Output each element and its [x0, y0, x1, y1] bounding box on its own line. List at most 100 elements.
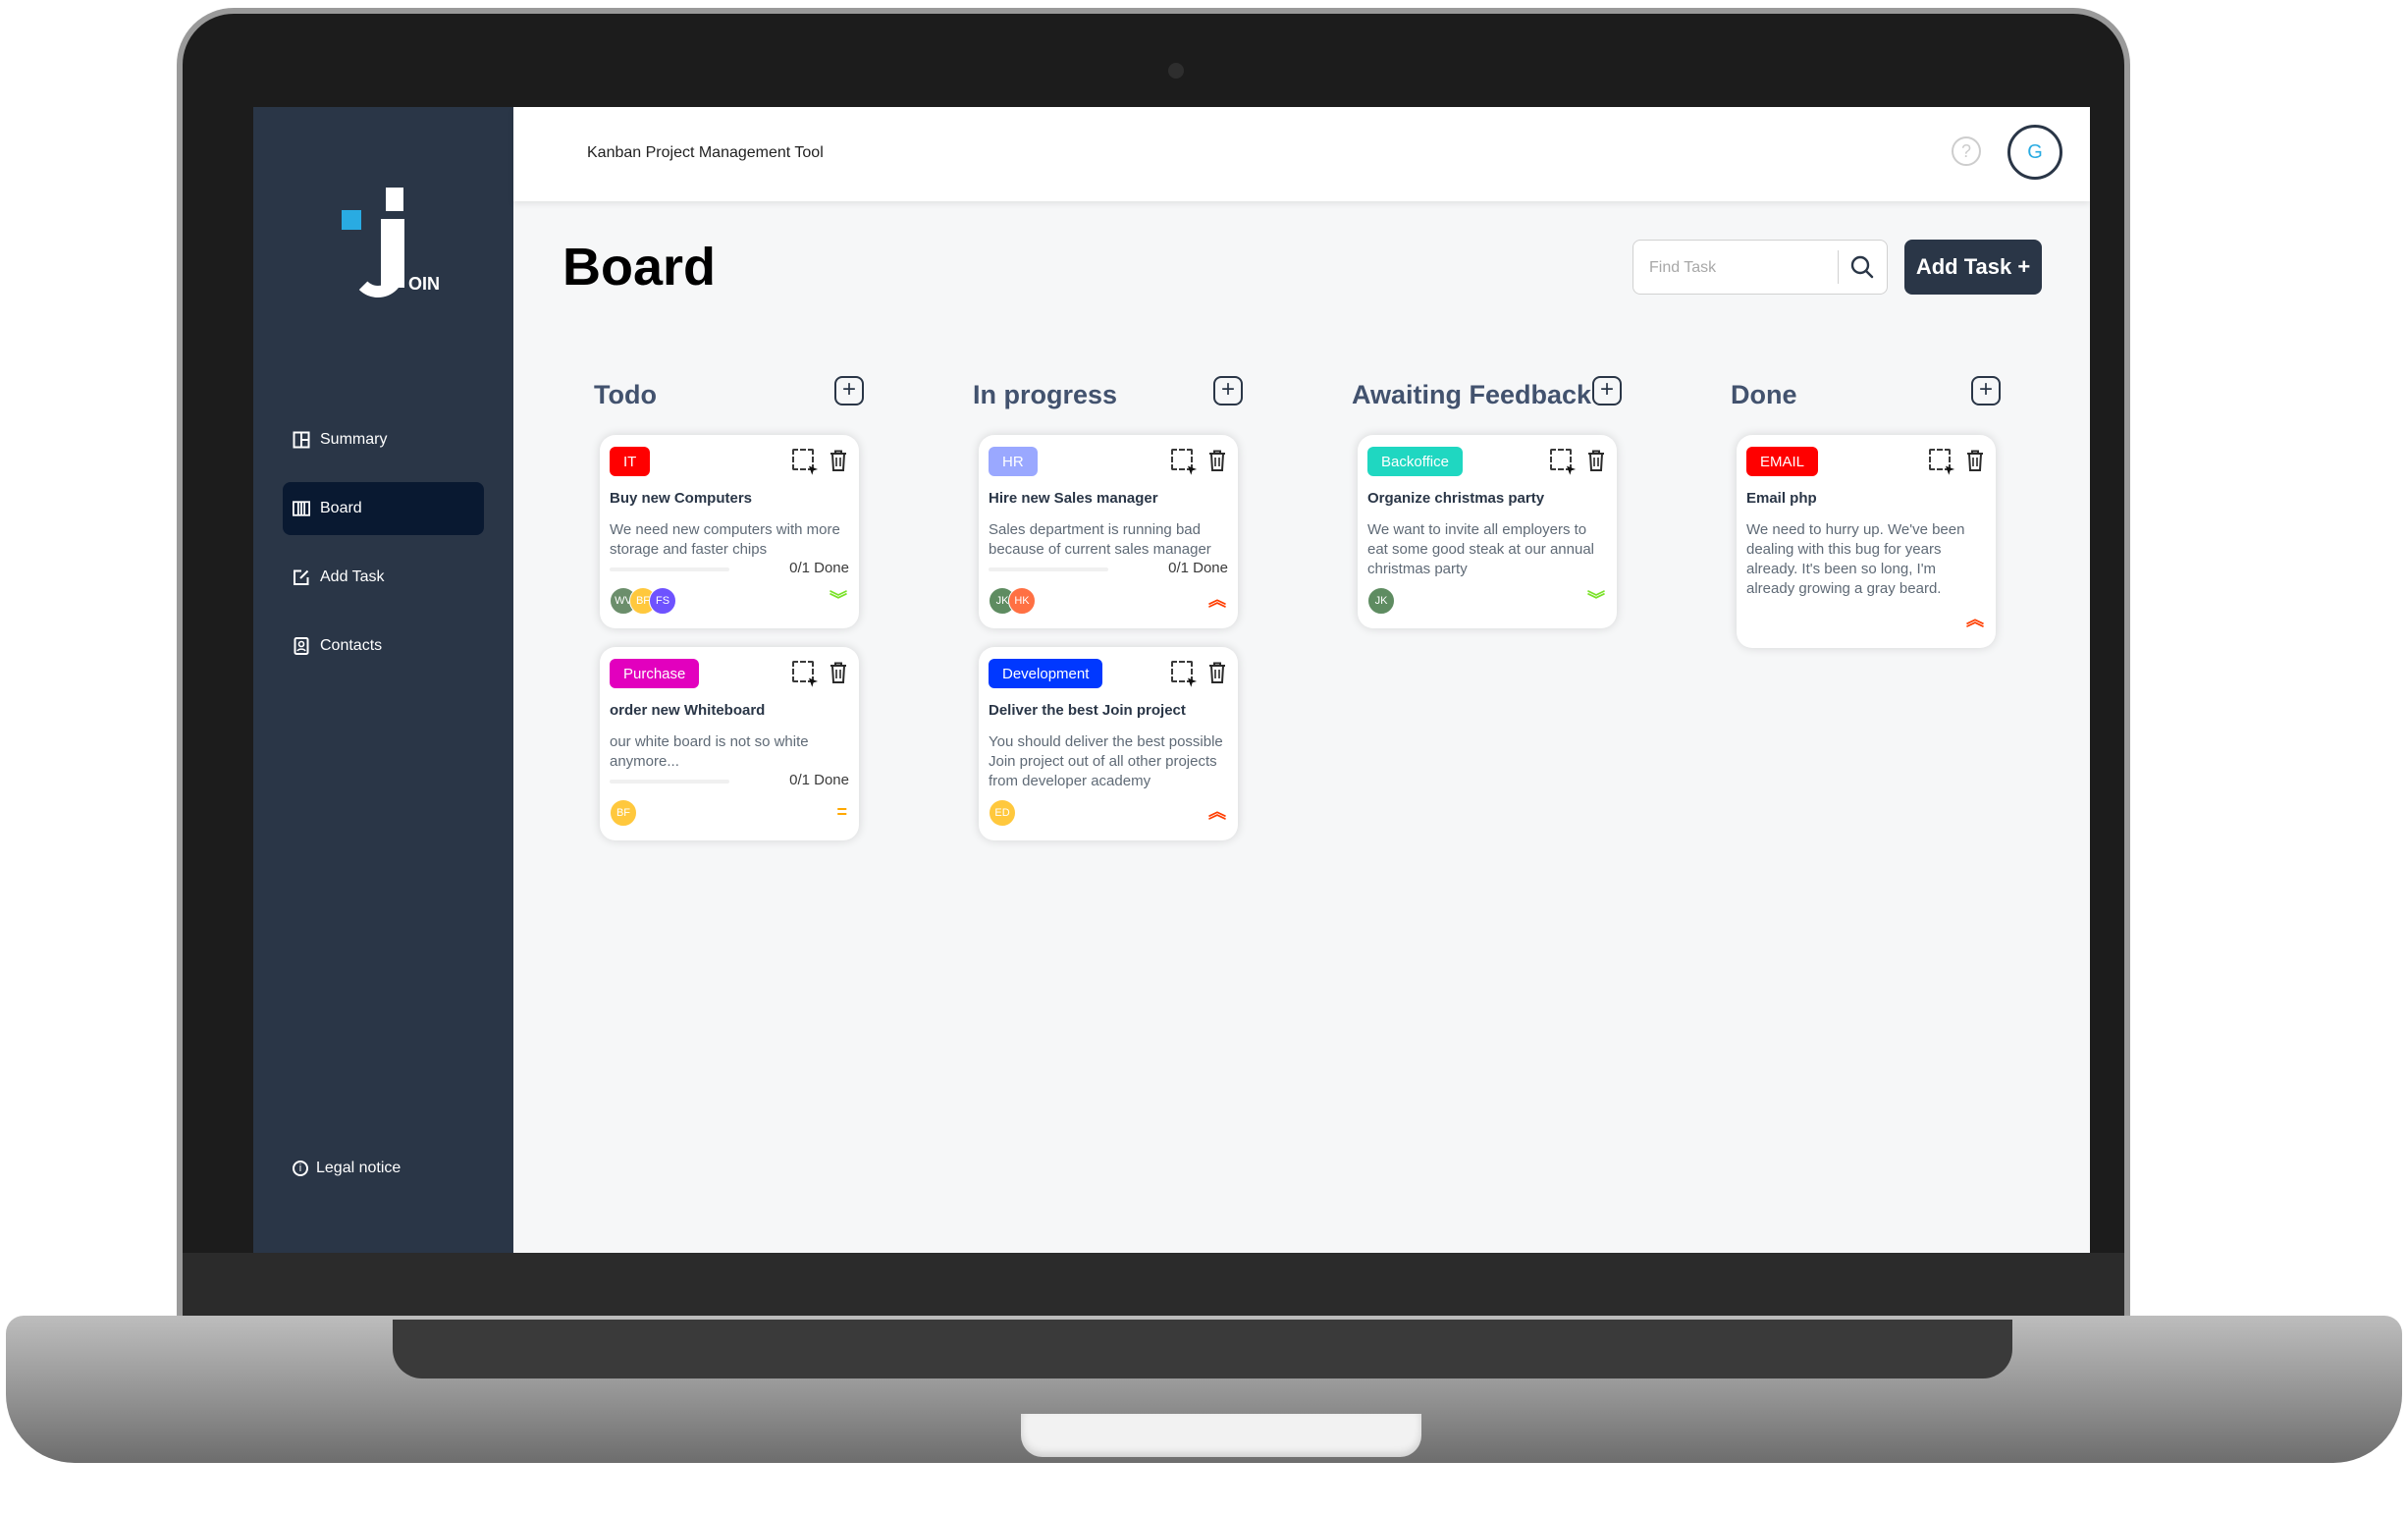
- search-input[interactable]: [1647, 254, 1838, 282]
- progress-text: 0/1 Done: [789, 772, 849, 788]
- column-awaiting-feedback: Awaiting Feedback +: [1352, 372, 1622, 421]
- task-card[interactable]: EMAIL Email php We need to hurry up. We've…: [1737, 435, 1996, 648]
- add-to-done-button[interactable]: +: [1971, 376, 2001, 405]
- add-task-button[interactable]: Add Task +: [1904, 240, 2042, 295]
- sidebar-item-board[interactable]: Board: [283, 482, 484, 535]
- assignee-avatar[interactable]: HK: [1008, 587, 1036, 615]
- sidebar-item-label: Summary: [320, 431, 388, 448]
- progress-track: [610, 780, 729, 784]
- card-footer: JK HK ︽: [989, 585, 1228, 619]
- task-card[interactable]: Development Deliver the best Join project…: [979, 647, 1238, 840]
- card-description: We need new computers with more storage …: [610, 521, 840, 558]
- card-actions: [792, 661, 849, 684]
- user-avatar[interactable]: G: [2007, 125, 2062, 180]
- top-bar: Kanban Project Management Tool ? G: [513, 107, 2090, 201]
- trash-icon[interactable]: [1964, 449, 1986, 472]
- card-header: IT: [610, 447, 849, 478]
- card-footer: WV BF FS ︾: [610, 585, 849, 619]
- info-icon: i: [293, 1161, 308, 1176]
- card-header: Development: [989, 659, 1228, 690]
- search-icon[interactable]: [1849, 254, 1875, 280]
- assignee-avatars: JK HK: [989, 587, 1036, 615]
- card-description: Sales department is running bad because …: [989, 521, 1211, 558]
- camera-dot: [1168, 63, 1184, 79]
- assignee-avatar[interactable]: ED: [989, 799, 1016, 827]
- sidebar-item-add-task[interactable]: Add Task: [283, 551, 484, 604]
- task-card[interactable]: Purchase order new Whiteboard our white bo…: [600, 647, 859, 840]
- card-title: Deliver the best Join project: [989, 702, 1186, 719]
- priority-urgent-icon: ︽: [1208, 802, 1226, 822]
- sidebar-item-label: Board: [320, 500, 362, 516]
- card-header: Backoffice: [1367, 447, 1607, 478]
- search-box: [1632, 240, 1888, 295]
- card-title: Hire new Sales manager: [989, 490, 1158, 507]
- sidebar-item-contacts[interactable]: Contacts: [283, 620, 484, 673]
- column-header: Todo +: [594, 372, 864, 421]
- card-footer: JK ︾: [1367, 585, 1607, 619]
- add-to-awaiting-feedback-button[interactable]: +: [1592, 376, 1622, 405]
- edit-icon[interactable]: [1929, 449, 1951, 470]
- add-to-todo-button[interactable]: +: [834, 376, 864, 405]
- add-task-icon: [293, 568, 310, 586]
- assignee-avatars: WV BF FS: [610, 587, 676, 615]
- trash-icon[interactable]: [1585, 449, 1607, 472]
- assignee-avatar[interactable]: JK: [1367, 587, 1395, 615]
- category-tag: EMAIL: [1746, 447, 1819, 476]
- task-card[interactable]: Backoffice Organize christmas party We wan…: [1358, 435, 1617, 628]
- add-to-in-progress-button[interactable]: +: [1213, 376, 1243, 405]
- column-title: Done: [1731, 380, 1797, 409]
- search-divider: [1838, 250, 1839, 284]
- card-header: HR: [989, 447, 1228, 478]
- app-screen: OIN Summary Board Add Task Contacts i Le…: [253, 107, 2090, 1253]
- priority-low-icon: ︾: [829, 590, 847, 610]
- assignee-avatar[interactable]: BF: [610, 799, 637, 827]
- card-footer: ED ︽: [989, 797, 1228, 831]
- board-icon: [293, 500, 310, 517]
- category-tag: Development: [989, 659, 1103, 688]
- progress-text: 0/1 Done: [1168, 560, 1228, 576]
- category-tag: Purchase: [610, 659, 700, 688]
- help-icon[interactable]: ?: [1952, 136, 1981, 166]
- card-actions: [1550, 449, 1607, 472]
- task-card[interactable]: IT Buy new Computers We need new computers…: [600, 435, 859, 628]
- logo-white-square: [386, 188, 403, 211]
- assignee-avatars: JK: [1367, 587, 1395, 615]
- trash-icon[interactable]: [828, 449, 849, 472]
- column-title: In progress: [973, 380, 1118, 409]
- edit-icon[interactable]: [1171, 449, 1193, 470]
- edit-icon[interactable]: [792, 449, 814, 470]
- assignee-avatars: ED: [989, 799, 1016, 827]
- column-title: Todo: [594, 380, 657, 409]
- column-in-progress: In progress +: [973, 372, 1243, 421]
- card-title: order new Whiteboard: [610, 702, 766, 719]
- card-actions: [792, 449, 849, 472]
- edit-icon[interactable]: [1550, 449, 1572, 470]
- legal-notice-link[interactable]: i Legal notice: [293, 1160, 401, 1177]
- sidebar: OIN Summary Board Add Task Contacts i Le…: [253, 107, 513, 1253]
- sidebar-item-summary[interactable]: Summary: [283, 413, 484, 466]
- column-header: Done +: [1731, 372, 2001, 421]
- trash-icon[interactable]: [1206, 661, 1228, 684]
- card-description: We want to invite all employers to eat s…: [1367, 521, 1594, 577]
- priority-low-icon: ︾: [1587, 590, 1605, 610]
- trash-icon[interactable]: [1206, 449, 1228, 472]
- card-description: our white board is not so white anymore.…: [610, 733, 809, 770]
- edit-icon[interactable]: [792, 661, 814, 682]
- logo-blue-square: [342, 210, 361, 230]
- category-tag: HR: [989, 447, 1038, 476]
- category-tag: Backoffice: [1367, 447, 1463, 476]
- edit-icon[interactable]: [1171, 661, 1193, 682]
- progress-text: 0/1 Done: [789, 560, 849, 576]
- assignee-avatar[interactable]: FS: [649, 587, 676, 615]
- join-logo[interactable]: OIN: [332, 176, 440, 313]
- sidebar-item-label: Add Task: [320, 568, 385, 585]
- task-card[interactable]: HR Hire new Sales manager Sales department…: [979, 435, 1238, 628]
- trash-icon[interactable]: [828, 661, 849, 684]
- card-actions: [1929, 449, 1986, 472]
- card-header: Purchase: [610, 659, 849, 690]
- column-title: Awaiting Feedback: [1352, 380, 1592, 409]
- card-header: EMAIL: [1746, 447, 1986, 478]
- column-header: In progress +: [973, 372, 1243, 421]
- sidebar-item-label: Contacts: [320, 637, 383, 654]
- card-footer: BF =: [610, 797, 849, 831]
